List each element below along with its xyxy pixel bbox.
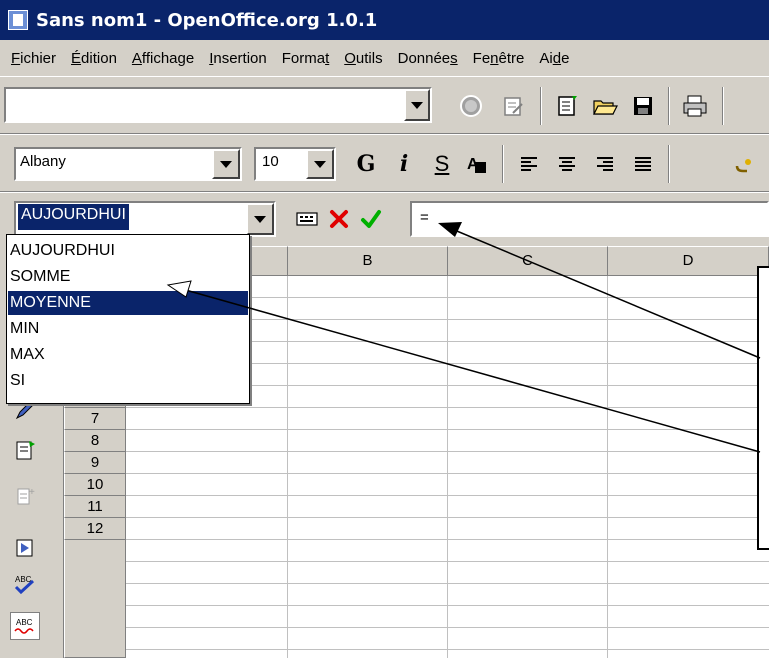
font-color-icon[interactable]: A bbox=[460, 149, 492, 179]
open-folder-icon[interactable] bbox=[590, 91, 620, 121]
underline-button[interactable]: S bbox=[426, 149, 458, 179]
title-bar[interactable]: Sans nom1 - OpenOffice.org 1.0.1 bbox=[0, 0, 769, 40]
menu-affichage[interactable]: Affichage bbox=[125, 50, 202, 67]
function-autopilot-icon[interactable] bbox=[292, 205, 322, 233]
menu-outils[interactable]: Outils bbox=[337, 50, 390, 67]
justify-icon[interactable] bbox=[628, 149, 658, 179]
bold-button[interactable]: G bbox=[350, 149, 382, 179]
grid-line bbox=[287, 276, 288, 658]
menu-aide[interactable]: Aide bbox=[532, 50, 577, 67]
openoffice-window-icon[interactable] bbox=[8, 10, 28, 30]
spellcheck-icon[interactable]: ABC bbox=[10, 570, 40, 598]
name-box-dropdown-button[interactable] bbox=[246, 203, 274, 235]
align-right-icon[interactable] bbox=[590, 149, 620, 179]
formula-input-value: = bbox=[420, 209, 429, 226]
row-header-8[interactable]: 8 bbox=[64, 430, 126, 452]
function-option-si[interactable]: SI bbox=[8, 369, 248, 393]
more-icon[interactable] bbox=[728, 149, 758, 179]
url-dropdown-button[interactable] bbox=[404, 89, 430, 121]
row-header-11[interactable]: 11 bbox=[64, 496, 126, 518]
name-box-value[interactable]: AUJOURDHUI bbox=[18, 204, 129, 230]
chevron-down-icon bbox=[220, 160, 232, 168]
cancel-x-icon[interactable] bbox=[324, 205, 354, 233]
font-name-value: Albany bbox=[20, 153, 66, 170]
chevron-down-icon bbox=[254, 215, 266, 223]
font-size-value: 10 bbox=[262, 153, 279, 170]
edit-file-icon[interactable] bbox=[498, 91, 528, 121]
formatting-toolbar: Albany 10 G i S A bbox=[0, 134, 769, 192]
function-option-moyenne[interactable]: MOYENNE bbox=[8, 291, 248, 315]
chevron-down-icon bbox=[411, 101, 423, 109]
url-input[interactable] bbox=[4, 87, 432, 123]
function-dropdown-list[interactable]: AUJOURDHUI SOMME MOYENNE MIN MAX SI bbox=[6, 234, 250, 404]
grid-line bbox=[607, 276, 608, 658]
annotation-callout-box bbox=[757, 266, 769, 550]
toolbar-separator bbox=[722, 87, 724, 125]
stop-load-icon[interactable] bbox=[456, 91, 486, 121]
menu-edition[interactable]: Édition bbox=[64, 50, 125, 67]
toolbar-separator bbox=[502, 145, 504, 183]
align-center-icon[interactable] bbox=[552, 149, 582, 179]
function-option-somme[interactable]: SOMME bbox=[8, 265, 248, 289]
toolbar-separator bbox=[668, 145, 670, 183]
menu-fenetre[interactable]: Fenêtre bbox=[466, 50, 533, 67]
grid-line bbox=[447, 276, 448, 658]
row-header-7[interactable]: 7 bbox=[64, 408, 126, 430]
chevron-down-icon bbox=[314, 160, 326, 168]
svg-text:+: + bbox=[29, 487, 35, 498]
openoffice-calc-window: Sans nom1 - OpenOffice.org 1.0.1 Fichier… bbox=[0, 0, 769, 658]
menu-format[interactable]: Format bbox=[275, 50, 338, 67]
formula-input[interactable]: = bbox=[410, 201, 769, 237]
row-header-12[interactable]: 12 bbox=[64, 518, 126, 540]
menu-bar: Fichier Édition Affichage Insertion Form… bbox=[0, 40, 769, 76]
row-header-10[interactable]: 10 bbox=[64, 474, 126, 496]
toolbar-separator bbox=[668, 87, 670, 125]
function-option-min[interactable]: MIN bbox=[8, 317, 248, 341]
font-name-dropdown-button[interactable] bbox=[212, 149, 240, 179]
new-document-icon[interactable] bbox=[552, 91, 582, 121]
function-toolbar bbox=[0, 76, 769, 134]
menu-donnees[interactable]: Données bbox=[391, 50, 466, 67]
font-name-combobox[interactable]: Albany bbox=[14, 147, 242, 181]
insert-cells-icon[interactable]: + bbox=[10, 482, 40, 510]
save-disk-icon[interactable] bbox=[628, 91, 658, 121]
autospellcheck-icon[interactable]: ABC bbox=[10, 612, 40, 640]
print-icon[interactable] bbox=[680, 91, 710, 121]
menu-fichier[interactable]: Fichier bbox=[4, 50, 64, 67]
svg-text:ABC: ABC bbox=[16, 618, 33, 627]
font-size-dropdown-button[interactable] bbox=[306, 149, 334, 179]
italic-button[interactable]: i bbox=[388, 149, 420, 179]
function-option-max[interactable]: MAX bbox=[8, 343, 248, 367]
row-header-9[interactable]: 9 bbox=[64, 452, 126, 474]
toolbar-separator bbox=[540, 87, 542, 125]
insert-object-icon[interactable] bbox=[10, 436, 40, 464]
align-left-icon[interactable] bbox=[514, 149, 544, 179]
column-header-b[interactable]: B bbox=[288, 246, 448, 276]
menu-insertion[interactable]: Insertion bbox=[202, 50, 275, 67]
window-title: Sans nom1 - OpenOffice.org 1.0.1 bbox=[36, 9, 378, 31]
column-header-c[interactable]: C bbox=[448, 246, 608, 276]
column-header-d[interactable]: D bbox=[608, 246, 769, 276]
function-option-aujourdhui[interactable]: AUJOURDHUI bbox=[8, 239, 248, 263]
row-header-filler bbox=[64, 540, 126, 658]
navigator-icon[interactable] bbox=[10, 534, 40, 562]
accept-check-icon[interactable] bbox=[356, 205, 386, 233]
